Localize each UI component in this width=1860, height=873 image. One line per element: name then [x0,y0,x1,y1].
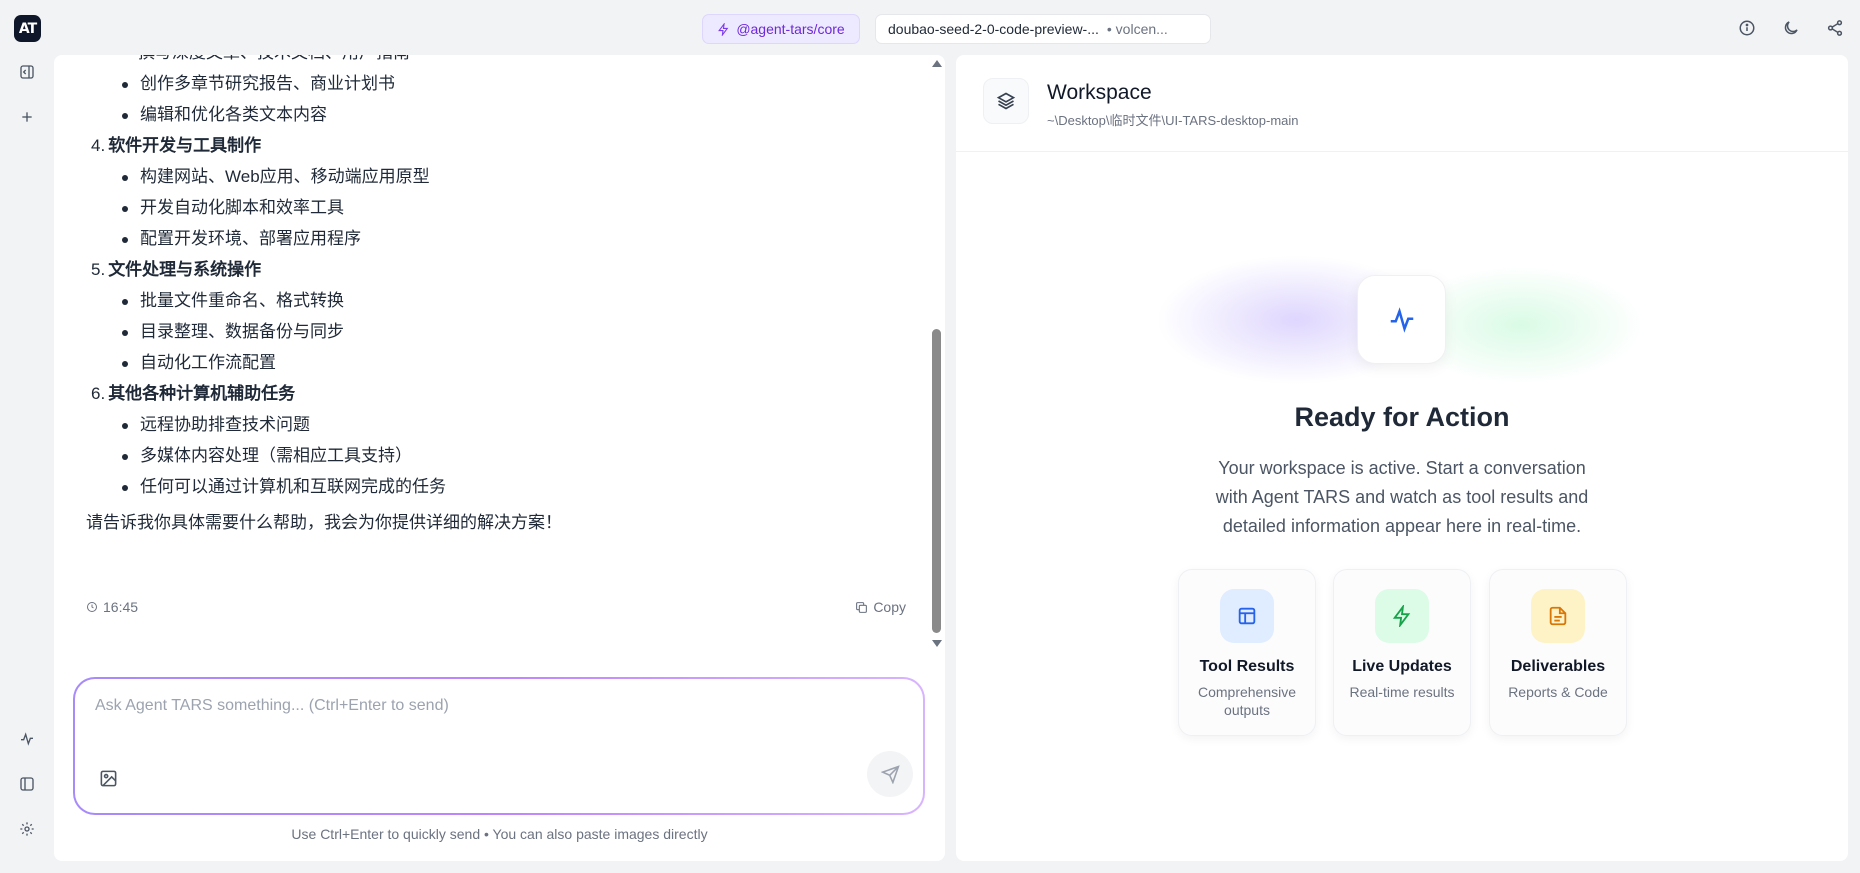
feature-title: Live Updates [1352,658,1452,675]
section-other: 6. 其他各种计算机辅助任务 远程协助排查技术问题 多媒体内容处理（需相应工具支持… [86,382,906,499]
assistant-message: 撰写深度文章、技术文档、用户指南 创作多章节研究报告、商业计划书 编辑和优化各类… [86,55,906,535]
list-item: 远程协助排查技术问题 [116,413,906,437]
model-provider: • volcen... [1106,21,1168,37]
feature-title: Tool Results [1199,658,1295,675]
feature-subtitle: Reports & Code [1508,684,1608,700]
message-composer [73,677,925,815]
section-list: 4. 软件开发与工具制作 构建网站、Web应用、移动端应用原型 开发自动化脚本和效… [86,134,906,499]
agent-chip[interactable]: @agent-tars/core [702,14,860,44]
new-chat-icon[interactable] [15,105,39,129]
scrollbar-thumb[interactable] [932,329,941,633]
list-item: 开发自动化脚本和效率工具 [116,196,906,220]
layout-icon [1220,589,1274,643]
timestamp-text: 16:45 [103,599,139,615]
send-button[interactable] [867,751,913,797]
info-icon[interactable] [1736,14,1758,42]
list-item: 批量文件重命名、格式转换 [116,289,906,313]
feature-card-deliverables: Deliverables Reports & Code [1489,569,1627,736]
chat-panel: 撰写深度文章、技术文档、用户指南 创作多章节研究报告、商业计划书 编辑和优化各类… [54,55,945,861]
top-bar: AT @agent-tars/core doubao-seed-2-0-code… [0,0,1860,55]
list-item: 配置开发环境、部署应用程序 [116,227,906,251]
scroll-down-arrow-icon[interactable] [932,640,942,647]
ready-title: Ready for Action [1294,402,1510,432]
feature-subtitle: Real-time results [1349,684,1455,700]
ready-description: Your workspace is active. Start a conver… [1215,458,1589,536]
panel-toggle-icon[interactable] [15,772,39,796]
workspace-panel: Workspace ~\Desktop\临时文件\UI-TARS-desktop… [956,55,1848,861]
list-item: 创作多章节研究报告、商业计划书 [116,72,906,96]
model-selector[interactable]: doubao-seed-2-0-code-preview-... • volce… [875,14,1211,44]
list-item: 构建网站、Web应用、移动端应用原型 [116,165,906,189]
closing-text: 请告诉我你具体需要什么帮助，我会为你提供详细的解决方案！ [86,513,562,532]
timestamp: 16:45 [86,599,138,615]
list-item: 任何可以通过计算机和互联网完成的任务 [116,475,906,499]
section-title: 文件处理与系统操作 [108,260,262,279]
activity-pulse-icon [1357,275,1446,364]
composer-hint: Use Ctrl+Enter to quickly send • You can… [291,826,708,842]
copy-label: Copy [873,599,906,615]
section-number: 5. [91,260,106,279]
section-files: 5. 文件处理与系统操作 批量文件重命名、格式转换 目录整理、数据备份与同步 自动… [86,258,906,375]
workspace-title: Workspace [1047,81,1152,104]
section-title: 其他各种计算机辅助任务 [108,384,296,403]
list-item: 自动化工作流配置 [116,351,906,375]
section-title: 软件开发与工具制作 [108,136,262,155]
agent-chip-label: @agent-tars/core [736,21,845,37]
feature-card-tool-results: Tool Results Comprehensive outputs [1178,569,1316,736]
layers-icon [983,78,1029,124]
section-software: 4. 软件开发与工具制作 构建网站、Web应用、移动端应用原型 开发自动化脚本和效… [86,134,906,251]
document-icon [1531,589,1585,643]
feature-subtitle: Comprehensive outputs [1197,684,1297,718]
lightning-icon [718,22,729,36]
app-logo: AT [14,15,41,42]
settings-icon[interactable] [15,817,39,841]
share-icon[interactable] [1824,14,1846,42]
scroll-up-arrow-icon[interactable] [932,60,942,67]
message-list[interactable]: 撰写深度文章、技术文档、用户指南 创作多章节研究报告、商业计划书 编辑和优化各类… [54,55,934,665]
feature-title: Deliverables [1510,658,1606,675]
image-upload-icon[interactable] [97,767,119,789]
clock-icon [87,602,97,612]
lightning-icon [1375,589,1429,643]
message-input[interactable] [95,697,895,715]
section-number: 4. [91,136,106,155]
activity-icon[interactable] [15,727,39,751]
send-icon [880,764,900,784]
intro-list: 创作多章节研究报告、商业计划书 编辑和优化各类文本内容 [86,72,906,127]
copy-icon [856,601,868,613]
message-meta: 16:45 Copy [86,599,906,615]
chat-scrollbar[interactable] [929,55,943,655]
partial-line: 撰写深度文章、技术文档、用户指南 [86,55,906,65]
workspace-path: ~\Desktop\临时文件\UI-TARS-desktop-main [1047,113,1299,128]
list-item: 多媒体内容处理（需相应工具支持） [116,444,906,468]
workspace-header: Workspace ~\Desktop\临时文件\UI-TARS-desktop… [956,55,1848,152]
model-name: doubao-seed-2-0-code-preview-... [888,21,1099,37]
collapse-sidebar-icon[interactable] [15,60,39,84]
left-rail [0,55,54,873]
copy-button[interactable]: Copy [855,599,906,615]
list-item: 编辑和优化各类文本内容 [116,103,906,127]
feature-card-live-updates: Live Updates Real-time results [1333,569,1471,736]
section-number: 6. [91,384,106,403]
dark-mode-icon[interactable] [1780,14,1802,42]
list-item: 目录整理、数据备份与同步 [116,320,906,344]
